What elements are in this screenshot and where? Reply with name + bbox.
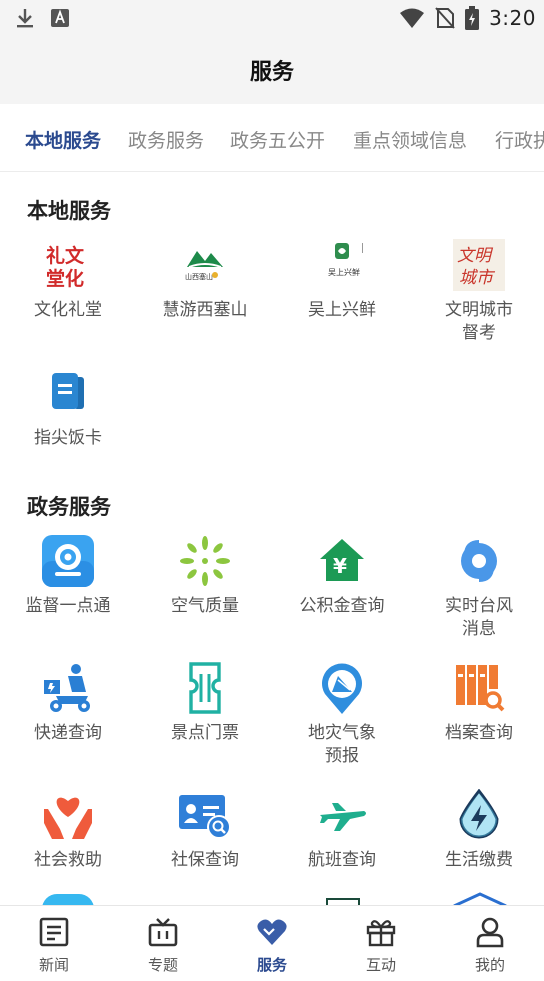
svg-text:城市: 城市 xyxy=(459,268,496,288)
nav-services[interactable]: 服务 xyxy=(218,906,326,981)
service-label: 公积金查询 xyxy=(299,596,385,616)
meal-card-icon xyxy=(52,373,84,409)
service-label: 监督一点通 xyxy=(25,596,111,616)
user-icon xyxy=(476,917,504,948)
ticket-icon xyxy=(189,662,221,714)
section-title-local: 本地服务 xyxy=(27,199,111,223)
courier-icon xyxy=(44,664,90,712)
wifi-icon xyxy=(400,8,425,28)
landslide-icon xyxy=(322,663,362,714)
wushang-logo: 吴上兴鲜 xyxy=(328,243,363,277)
culture-hall-logo: 礼文 堂化 xyxy=(44,241,92,290)
page-title: 服务 xyxy=(249,60,294,85)
download-icon xyxy=(17,9,33,28)
utility-payment-icon xyxy=(459,789,499,839)
clock: 3:20 xyxy=(489,6,536,30)
nav-label: 互动 xyxy=(365,956,396,974)
service-label: 生活缴费 xyxy=(445,850,513,870)
xisaishan-logo: 山西塞山 xyxy=(185,251,225,281)
section-title-gov: 政务服务 xyxy=(27,495,111,519)
service-label: 文明城市 督考 xyxy=(445,300,513,343)
category-tabs: 本地服务 政务服务 政务五公开 重点领域信息 行政执法 xyxy=(0,104,544,172)
status-bar: 3:20 xyxy=(0,0,544,38)
svg-text:礼文: 礼文 xyxy=(46,244,85,267)
font-a-icon xyxy=(51,9,69,27)
svg-text:山西塞山: 山西塞山 xyxy=(185,272,213,281)
service-label: 实时台风 消息 xyxy=(445,596,513,639)
service-label: 文化礼堂 xyxy=(34,300,102,320)
tab-law-enforcement[interactable]: 行政执法 xyxy=(495,126,544,153)
nav-topics[interactable]: 专题 xyxy=(109,906,217,981)
air-quality-icon xyxy=(180,536,230,586)
tab-local-services[interactable]: 本地服务 xyxy=(25,126,101,153)
nav-news[interactable]: 新闻 xyxy=(0,906,108,981)
tab-gov-services[interactable]: 政务服务 xyxy=(128,126,204,153)
nav-label: 我的 xyxy=(474,956,505,974)
nav-label: 服务 xyxy=(256,956,287,974)
service-heart-icon xyxy=(257,919,287,945)
service-label: 吴上兴鲜 xyxy=(308,300,376,320)
tv-icon xyxy=(148,918,178,947)
app-header: 服务 xyxy=(0,38,544,104)
service-label: 档案查询 xyxy=(445,723,513,743)
service-label: 地灾气象 预报 xyxy=(308,723,376,766)
civilized-city-logo: 文明 城市 xyxy=(453,239,505,291)
service-label: 快递查询 xyxy=(34,723,102,743)
archive-icon xyxy=(456,665,505,712)
news-icon xyxy=(39,917,69,947)
nav-label: 专题 xyxy=(147,956,178,974)
tab-key-areas[interactable]: 重点领域信息 xyxy=(353,126,467,153)
battery-icon xyxy=(465,6,480,30)
service-label: 社会救助 xyxy=(34,850,102,870)
gift-icon xyxy=(366,920,396,947)
nav-label: 新闻 xyxy=(38,956,69,974)
relief-icon xyxy=(44,797,92,839)
no-sim-icon xyxy=(435,7,455,29)
service-label: 慧游西塞山 xyxy=(162,300,248,320)
camera-icon xyxy=(42,535,94,587)
svg-text:¥: ¥ xyxy=(333,554,347,578)
social-security-icon xyxy=(179,795,231,839)
nav-profile[interactable]: 我的 xyxy=(436,906,544,981)
service-label: 指尖饭卡 xyxy=(34,428,102,448)
typhoon-icon xyxy=(461,540,497,582)
service-label: 社保查询 xyxy=(171,850,239,870)
service-label: 景点门票 xyxy=(171,723,239,743)
flight-icon xyxy=(320,803,366,831)
housing-fund-icon: ¥ xyxy=(320,539,364,581)
bottom-navigation: 新闻 专题 服务 互动 我的 xyxy=(0,905,544,981)
nav-interaction[interactable]: 互动 xyxy=(327,906,435,981)
svg-text:堂化: 堂化 xyxy=(46,267,84,290)
svg-text:吴上兴鲜: 吴上兴鲜 xyxy=(328,267,360,277)
svg-text:文明: 文明 xyxy=(457,246,494,266)
service-label: 空气质量 xyxy=(171,596,239,616)
tab-gov-disclosure[interactable]: 政务五公开 xyxy=(230,126,325,153)
partial-row-peek xyxy=(0,890,544,905)
service-label: 航班查询 xyxy=(308,850,376,870)
